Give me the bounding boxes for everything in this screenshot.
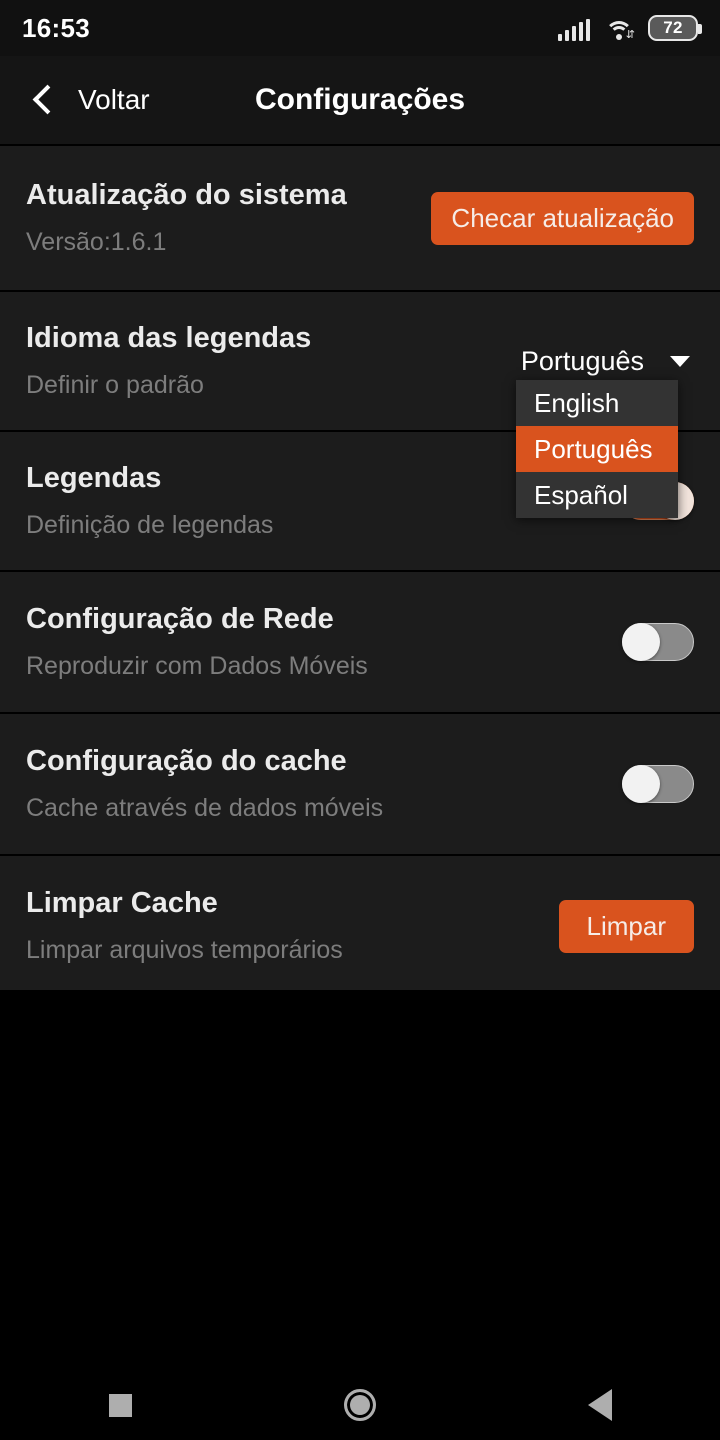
row-title: Configuração de Rede <box>26 603 334 635</box>
row-subtitle: Definir o padrão <box>26 371 204 399</box>
phone-screen: 16:53 ⇵ 72 Voltar Configurações Atualiza… <box>0 0 720 1440</box>
mobile-data-cache-toggle[interactable] <box>622 765 694 803</box>
back-button[interactable]: Voltar <box>0 84 150 116</box>
row-text-block: Legendas Definição de legendas <box>26 462 273 540</box>
row-title: Legendas <box>26 462 162 494</box>
row-title: Idioma das legendas <box>26 322 312 354</box>
mobile-data-play-toggle[interactable] <box>622 623 694 661</box>
row-text-block: Atualização do sistema Versão:1.6.1 <box>26 179 347 257</box>
battery-icon: 72 <box>648 15 702 41</box>
dropdown-option-espanol[interactable]: Español <box>516 472 678 518</box>
back-button-label: Voltar <box>78 84 150 115</box>
row-title: Atualização do sistema <box>26 179 347 211</box>
back-nav-button[interactable] <box>540 1370 660 1440</box>
clear-cache-button[interactable]: Limpar <box>558 899 694 953</box>
settings-row-system-update[interactable]: Atualização do sistema Versão:1.6.1 Chec… <box>0 144 720 290</box>
status-bar: 16:53 ⇵ 72 <box>0 0 720 56</box>
toggle-knob <box>622 623 660 661</box>
row-subtitle: Cache através de dados móveis <box>26 794 384 822</box>
status-bar-icons: ⇵ 72 <box>557 15 702 41</box>
row-subtitle: Reproduzir com Dados Móveis <box>26 652 368 680</box>
battery-level-label: 72 <box>663 18 683 37</box>
language-dropdown-menu[interactable]: English Português Español <box>516 380 678 518</box>
settings-row-cache-config[interactable]: Configuração do cache Cache através de d… <box>0 712 720 854</box>
language-select-trigger[interactable]: Português <box>521 346 694 377</box>
language-selected-value: Português <box>520 345 644 376</box>
recents-button[interactable] <box>60 1370 180 1440</box>
square-recents-icon <box>108 1393 132 1417</box>
dropdown-option-portugues[interactable]: Português <box>516 426 678 472</box>
home-button[interactable] <box>300 1370 420 1440</box>
settings-list: Atualização do sistema Versão:1.6.1 Chec… <box>0 144 720 996</box>
chevron-down-icon <box>670 355 690 367</box>
toggle-knob <box>622 765 660 803</box>
row-subtitle: Versão:1.6.1 <box>26 228 167 256</box>
row-subtitle: Limpar arquivos temporários <box>26 936 343 964</box>
status-bar-clock: 16:53 <box>22 12 90 43</box>
settings-row-network[interactable]: Configuração de Rede Reproduzir com Dado… <box>0 570 720 712</box>
settings-row-clear-cache[interactable]: Limpar Cache Limpar arquivos temporários… <box>0 854 720 996</box>
row-text-block: Configuração de Rede Reproduzir com Dado… <box>26 603 368 681</box>
row-subtitle: Definição de legendas <box>26 511 274 539</box>
cellular-signal-icon <box>557 19 590 41</box>
row-text-block: Limpar Cache Limpar arquivos temporários <box>26 887 343 965</box>
app-bar: Voltar Configurações <box>0 56 720 144</box>
row-text-block: Configuração do cache Cache através de d… <box>26 745 383 823</box>
row-title: Limpar Cache <box>26 887 218 919</box>
check-update-button[interactable]: Checar atualização <box>431 191 694 245</box>
triangle-back-icon <box>588 1389 612 1421</box>
chevron-left-icon <box>30 87 56 113</box>
android-nav-bar <box>0 1370 720 1440</box>
row-text-block: Idioma das legendas Definir o padrão <box>26 322 311 400</box>
circle-home-icon <box>344 1389 376 1421</box>
wifi-icon: ⇵ <box>604 19 635 41</box>
row-title: Configuração do cache <box>26 745 347 777</box>
dropdown-option-english[interactable]: English <box>516 380 678 426</box>
